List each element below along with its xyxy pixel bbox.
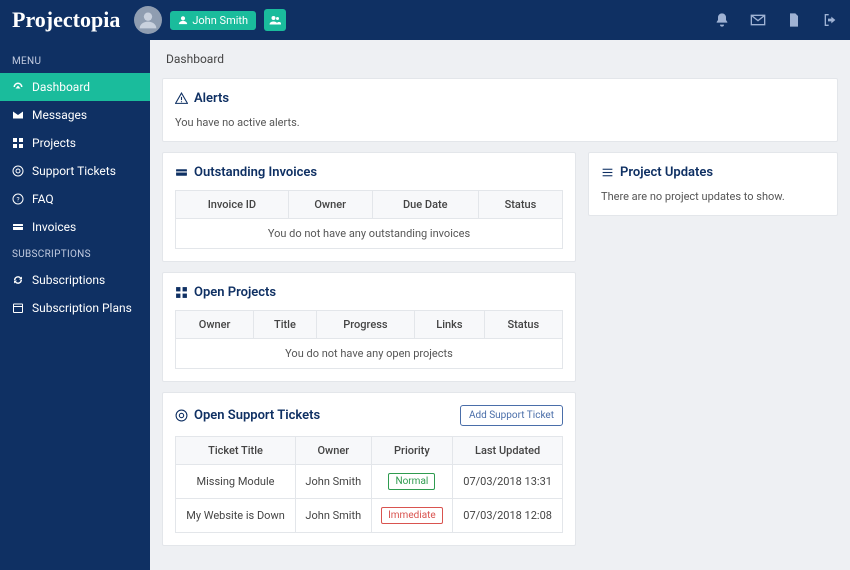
logout-icon[interactable] <box>822 12 838 28</box>
sidebar-heading-subscriptions: SUBSCRIPTIONS <box>0 241 150 266</box>
th: Status <box>484 311 562 339</box>
sidebar-item-label: Messages <box>32 108 87 122</box>
invoices-table: Invoice ID Owner Due Date Status You do … <box>175 190 563 249</box>
sidebar-item-label: Dashboard <box>32 80 90 94</box>
mail-icon[interactable] <box>750 12 766 28</box>
card-icon <box>12 221 24 233</box>
topbar: Projectopia John Smith <box>0 0 850 40</box>
user-icon <box>178 15 188 25</box>
ticket-updated: 07/03/2018 12:08 <box>453 499 563 533</box>
alerts-card: Alerts You have no active alerts. <box>162 78 838 142</box>
lifebuoy-icon <box>175 409 188 422</box>
sidebar-item-label: Subscription Plans <box>32 301 132 315</box>
refresh-icon <box>12 274 24 286</box>
th: Ticket Title <box>176 437 296 465</box>
th: Last Updated <box>453 437 563 465</box>
invoices-empty: You do not have any outstanding invoices <box>176 219 563 249</box>
table-row[interactable]: Missing ModuleJohn SmithNormal07/03/2018… <box>176 465 563 499</box>
th: Due Date <box>372 191 478 219</box>
lifebuoy-icon <box>12 165 24 177</box>
sidebar-item-invoices[interactable]: Invoices <box>0 213 150 241</box>
sidebar-item-messages[interactable]: Messages <box>0 101 150 129</box>
warning-icon <box>175 92 188 105</box>
user-badge[interactable]: John Smith <box>170 11 256 30</box>
th: Links <box>415 311 485 339</box>
th: Progress <box>316 311 414 339</box>
calendar-icon <box>12 302 24 314</box>
card-icon <box>175 166 188 179</box>
users-icon <box>269 14 281 26</box>
sidebar-item-label: Invoices <box>32 220 76 234</box>
sidebar-item-dashboard[interactable]: Dashboard <box>0 73 150 101</box>
tickets-table: Ticket Title Owner Priority Last Updated… <box>175 436 563 533</box>
card-title: Open Projects <box>194 285 276 300</box>
sidebar-item-faq[interactable]: ? FAQ <box>0 185 150 213</box>
projects-empty: You do not have any open projects <box>176 339 563 369</box>
th: Status <box>478 191 562 219</box>
mail-icon <box>12 109 24 121</box>
card-title: Open Support Tickets <box>194 408 320 423</box>
sidebar-item-subscriptions[interactable]: Subscriptions <box>0 266 150 294</box>
avatar[interactable] <box>134 6 162 34</box>
sidebar-item-subscription-plans[interactable]: Subscription Plans <box>0 294 150 322</box>
sidebar-item-label: Support Tickets <box>32 164 116 178</box>
grid-icon <box>175 286 188 299</box>
th: Owner <box>296 437 372 465</box>
th: Owner <box>288 191 372 219</box>
ticket-priority: Immediate <box>371 499 453 533</box>
alerts-empty: You have no active alerts. <box>175 116 825 129</box>
page-title: Dashboard <box>162 50 838 68</box>
th: Invoice ID <box>176 191 289 219</box>
gauge-icon <box>12 81 24 93</box>
th: Owner <box>176 311 254 339</box>
card-title: Alerts <box>194 91 229 106</box>
th: Priority <box>371 437 453 465</box>
user-icon <box>138 10 158 30</box>
user-name: John Smith <box>192 14 248 27</box>
projects-table: Owner Title Progress Links Status You do… <box>175 310 563 369</box>
sidebar-item-support-tickets[interactable]: Support Tickets <box>0 157 150 185</box>
table-row[interactable]: My Website is DownJohn SmithImmediate07/… <box>176 499 563 533</box>
sidebar-item-label: Projects <box>32 136 76 150</box>
card-title: Outstanding Invoices <box>194 165 317 180</box>
tickets-card: Open Support Tickets Add Support Ticket … <box>162 392 576 546</box>
ticket-updated: 07/03/2018 13:31 <box>453 465 563 499</box>
main-content: Dashboard Alerts You have no active aler… <box>150 40 850 570</box>
ticket-title: Missing Module <box>176 465 296 499</box>
add-ticket-button[interactable]: Add Support Ticket <box>460 405 563 426</box>
th: Title <box>254 311 316 339</box>
question-icon: ? <box>12 193 24 205</box>
ticket-owner: John Smith <box>296 499 372 533</box>
sidebar-item-label: FAQ <box>32 192 54 206</box>
projects-card: Open Projects Owner Title Progress Links… <box>162 272 576 382</box>
svg-text:?: ? <box>16 196 19 204</box>
sidebar: MENU Dashboard Messages Projects Support… <box>0 40 150 570</box>
card-title: Project Updates <box>620 165 713 180</box>
sidebar-item-projects[interactable]: Projects <box>0 129 150 157</box>
invoices-card: Outstanding Invoices Invoice ID Owner Du… <box>162 152 576 262</box>
sidebar-heading-menu: MENU <box>0 48 150 73</box>
ticket-title: My Website is Down <box>176 499 296 533</box>
updates-card: Project Updates There are no project upd… <box>588 152 838 216</box>
updates-empty: There are no project updates to show. <box>601 190 825 203</box>
brand-logo: Projectopia <box>12 7 120 33</box>
ticket-owner: John Smith <box>296 465 372 499</box>
file-icon[interactable] <box>786 12 802 28</box>
ticket-priority: Normal <box>371 465 453 499</box>
list-icon <box>601 166 614 179</box>
sidebar-item-label: Subscriptions <box>32 273 105 287</box>
bell-icon[interactable] <box>714 12 730 28</box>
users-button[interactable] <box>264 9 286 31</box>
grid-icon <box>12 137 24 149</box>
